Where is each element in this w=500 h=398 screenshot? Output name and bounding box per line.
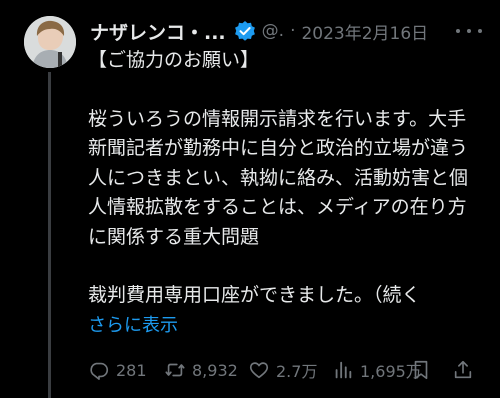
tweet-text-body: 桜ういろうの情報開示請求を行います。大手 新聞記者が勤務中に自分と政治的立場が違… [88, 107, 469, 248]
retweet-button[interactable]: 8,932 [164, 356, 238, 384]
like-icon [248, 359, 270, 381]
tweet-header: ナザレンコ・... @. · 2023年2月16日 [90, 16, 428, 46]
bookmark-icon [410, 359, 432, 381]
verified-badge-icon [234, 20, 256, 42]
handle[interactable]: @. [262, 21, 284, 41]
tweet-text: 【ご協力のお願い】 桜ういろうの情報開示請求を行います。大手 新聞記者が勤務中に… [88, 46, 498, 311]
thread-line [48, 72, 51, 398]
avatar[interactable] [24, 16, 76, 68]
retweet-count: 8,932 [192, 360, 238, 380]
show-more-link[interactable]: さらに表示 [88, 311, 178, 337]
reply-button[interactable]: 281 [88, 356, 147, 384]
more-icon[interactable] [456, 20, 482, 42]
like-button[interactable]: 2.7万 [248, 356, 317, 384]
tweet-text-title: 【ご協力のお願い】 [88, 49, 260, 71]
share-icon [452, 359, 474, 381]
like-count: 2.7万 [276, 362, 318, 381]
share-button[interactable] [452, 356, 474, 384]
views-icon [332, 359, 354, 381]
reply-count: 281 [116, 360, 147, 380]
display-name[interactable]: ナザレンコ・... [90, 18, 226, 45]
retweet-icon [164, 359, 186, 381]
tweet-text-tail: 裁判費用専用口座ができました。（続く [88, 284, 421, 306]
reply-icon [88, 359, 110, 381]
bookmark-button[interactable] [410, 356, 432, 384]
separator-dot: · [290, 21, 296, 41]
tweet-date[interactable]: 2023年2月16日 [301, 19, 428, 44]
action-bar: 281 8,932 2.7万 1,695万 [88, 356, 488, 384]
views-button[interactable]: 1,695万 [332, 356, 422, 384]
